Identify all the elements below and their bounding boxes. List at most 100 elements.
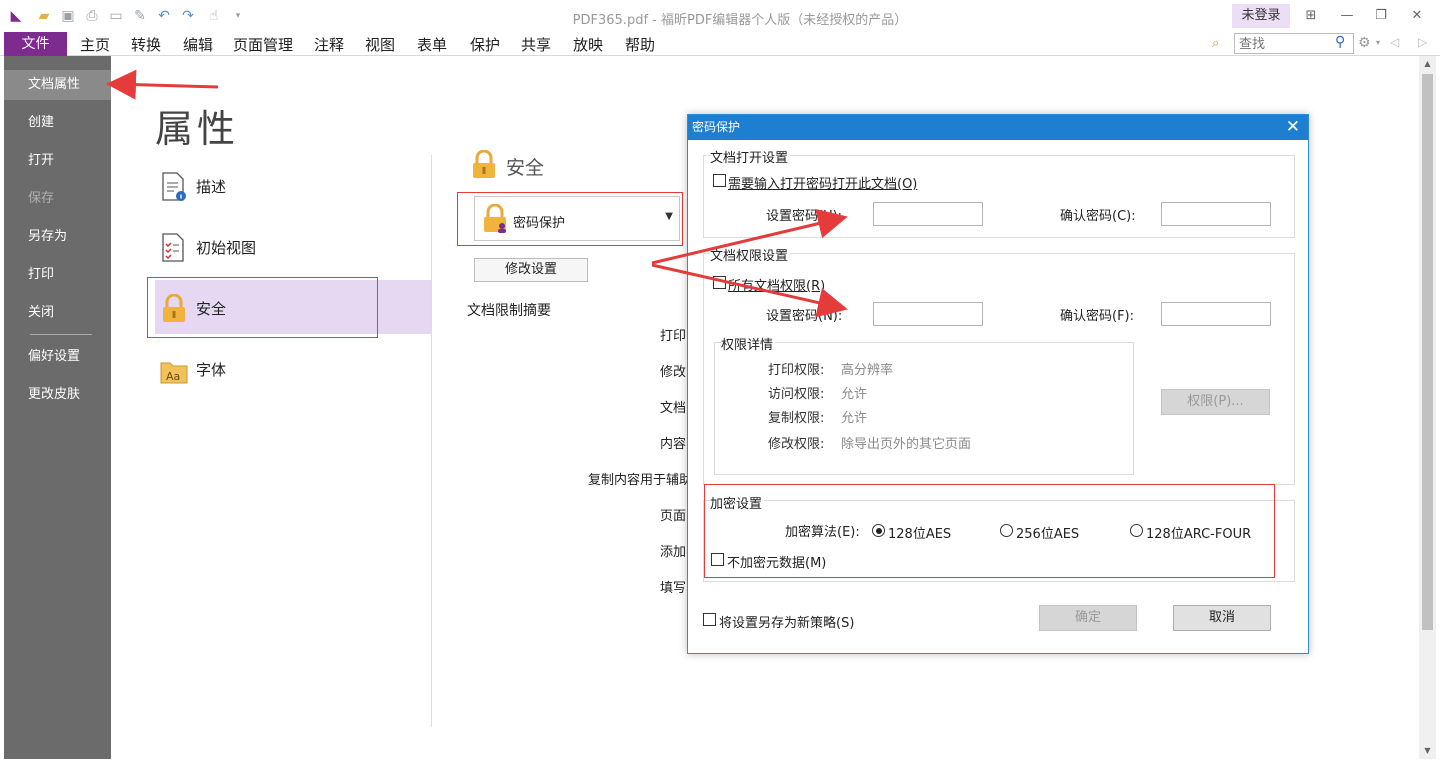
require-open-password-checkbox[interactable] xyxy=(713,174,726,187)
menu-share[interactable]: 共享 xyxy=(521,34,551,55)
save-policy-checkbox[interactable] xyxy=(703,613,716,626)
menu-convert[interactable]: 转换 xyxy=(131,34,161,55)
require-open-password-label: 需要输入打开密码打开此文档(O) xyxy=(728,177,918,192)
menu-page-manage[interactable]: 页面管理 xyxy=(233,34,293,55)
save-policy-label: 将设置另存为新策略(S) xyxy=(719,616,855,631)
open-confirm-label: 确认密码(C): xyxy=(1060,209,1136,224)
menu-present[interactable]: 放映 xyxy=(573,34,603,55)
close-icon[interactable]: ✕ xyxy=(1286,115,1300,140)
dialog-title: 密码保护 xyxy=(688,115,1308,140)
nav-print[interactable]: 打印 xyxy=(4,260,111,290)
category-label: 初始视图 xyxy=(196,239,257,257)
gear-icon[interactable]: ⚙ xyxy=(1358,35,1371,51)
open-confirm-input[interactable] xyxy=(1161,202,1271,226)
summary-row: 复制内容用于辅助 xyxy=(588,473,687,488)
security-title: 安全 xyxy=(506,157,545,179)
window-title: PDF365.pdf - 福昕PDF编辑器个人版（未经授权的产品） xyxy=(572,13,908,28)
perm-password-input[interactable] xyxy=(873,302,983,326)
perm-detail-value: 允许 xyxy=(841,387,868,402)
menu-bar: 文件 主页 转换 编辑 页面管理 注释 视图 表单 保护 共享 放映 帮助 ⌕ … xyxy=(0,32,1440,56)
menu-protect[interactable]: 保护 xyxy=(470,34,500,55)
restrict-permissions-checkbox[interactable] xyxy=(713,276,726,289)
file-sidebar: 文档属性 创建 打开 保存 另存为 打印 关闭 偏好设置 更改皮肤 xyxy=(4,56,111,759)
perm-detail-label: 打印权限: xyxy=(768,363,825,378)
search-icon[interactable]: ⚲ xyxy=(1335,34,1345,50)
page-title: 属性 xyxy=(155,107,240,151)
nav-next-icon[interactable]: ▷ xyxy=(1418,35,1427,49)
perm-confirm-label: 确认密码(F): xyxy=(1060,309,1135,324)
scroll-up-icon[interactable]: ▲ xyxy=(1419,59,1436,68)
menu-home[interactable]: 主页 xyxy=(80,34,110,55)
ok-button[interactable]: 确定 xyxy=(1039,605,1137,631)
category-label: 字体 xyxy=(196,361,227,379)
menu-comment[interactable]: 注释 xyxy=(314,34,344,55)
lock-icon xyxy=(473,149,495,178)
category-label: 描述 xyxy=(196,178,227,196)
nav-open[interactable]: 打开 xyxy=(4,146,111,176)
open-password-input[interactable] xyxy=(873,202,983,226)
annotation-red-box-encryption xyxy=(704,484,1275,578)
cancel-button[interactable]: 取消 xyxy=(1173,605,1271,631)
nav-save-as[interactable]: 另存为 xyxy=(4,222,111,252)
nav-doc-properties[interactable]: 文档属性 xyxy=(4,70,111,100)
menu-form[interactable]: 表单 xyxy=(417,34,447,55)
summary-row: 填写 xyxy=(660,581,687,596)
layout-icon[interactable]: ⊞ xyxy=(1296,6,1326,26)
restrict-permissions-label: 所有文档权限(R) xyxy=(728,279,826,294)
menu-view[interactable]: 视图 xyxy=(365,34,395,55)
search-folder-icon[interactable]: ⌕ xyxy=(1212,36,1219,51)
nav-close[interactable]: 关闭 xyxy=(4,298,111,328)
scroll-thumb[interactable] xyxy=(1422,74,1433,630)
maximize-button[interactable]: ❐ xyxy=(1366,6,1396,26)
menu-file[interactable]: 文件 xyxy=(4,32,67,56)
nav-prev-icon[interactable]: ◁ xyxy=(1390,35,1399,49)
nav-save[interactable]: 保存 xyxy=(4,184,111,214)
summary-row: 修改 xyxy=(660,365,687,380)
settings-dropdown-icon[interactable]: ▾ xyxy=(1376,38,1380,47)
summary-row: 文档 xyxy=(660,401,687,416)
checklist-icon xyxy=(162,233,184,262)
nav-change-skin[interactable]: 更改皮肤 xyxy=(4,380,111,410)
panel-divider xyxy=(431,155,432,727)
nav-divider xyxy=(30,334,92,335)
svg-text:Aa: Aa xyxy=(166,370,180,383)
security-heading: 安全 xyxy=(470,149,544,184)
font-folder-icon: Aa xyxy=(160,362,188,384)
permission-details-title: 权限详情 xyxy=(721,334,776,353)
document-info-icon xyxy=(162,172,186,201)
arrow-to-doc-properties xyxy=(106,69,219,100)
perm-detail-label: 访问权限: xyxy=(768,387,825,402)
annotation-red-box-dropdown xyxy=(457,192,683,246)
perm-detail-value: 高分辨率 xyxy=(841,363,894,378)
perm-detail-label: 修改权限: xyxy=(768,437,825,452)
summary-row: 页面 xyxy=(660,509,687,524)
permission-settings-title: 文档权限设置 xyxy=(710,245,791,264)
category-initial-view[interactable]: 初始视图 xyxy=(160,227,430,267)
category-description[interactable]: 描述 xyxy=(160,166,430,206)
vertical-scrollbar[interactable]: ▲ ▼ xyxy=(1419,56,1436,759)
perm-confirm-input[interactable] xyxy=(1161,302,1271,326)
open-password-label: 设置密码(U): xyxy=(766,209,843,224)
perm-detail-label: 复制权限: xyxy=(768,411,825,426)
menu-edit[interactable]: 编辑 xyxy=(183,34,213,55)
summary-row: 内容 xyxy=(660,437,687,452)
summary-row: 打印 xyxy=(660,329,687,344)
minimize-button[interactable]: — xyxy=(1332,6,1362,26)
nav-preferences[interactable]: 偏好设置 xyxy=(4,342,111,372)
summary-row: 添加 xyxy=(660,545,687,560)
perm-detail-value: 允许 xyxy=(841,411,868,426)
open-settings-title: 文档打开设置 xyxy=(710,147,791,166)
login-button[interactable]: 未登录 xyxy=(1232,4,1290,28)
menu-help[interactable]: 帮助 xyxy=(625,34,655,55)
annotation-red-box-security xyxy=(147,277,378,338)
restriction-summary-title: 文档限制摘要 xyxy=(467,303,551,319)
close-window-button[interactable]: ✕ xyxy=(1402,6,1432,26)
perm-detail-value: 除导出页外的其它页面 xyxy=(841,437,972,452)
scroll-down-icon[interactable]: ▼ xyxy=(1419,746,1436,755)
category-fonts[interactable]: Aa 字体 xyxy=(160,349,430,389)
nav-create[interactable]: 创建 xyxy=(4,108,111,138)
password-protection-dialog: 密码保护 ✕ 文档打开设置 需要输入打开密码打开此文档(O) 设置密码(U): … xyxy=(687,114,1309,654)
title-bar: ◣ ▰ ▣ ⎙ ▭ ✎ ↶ ↷ ☝ ▾ PDF365.pdf - 福昕PDF编辑… xyxy=(0,0,1440,32)
modify-settings-button[interactable]: 修改设置 xyxy=(474,258,588,282)
permissions-button[interactable]: 权限(P)... xyxy=(1161,389,1270,415)
